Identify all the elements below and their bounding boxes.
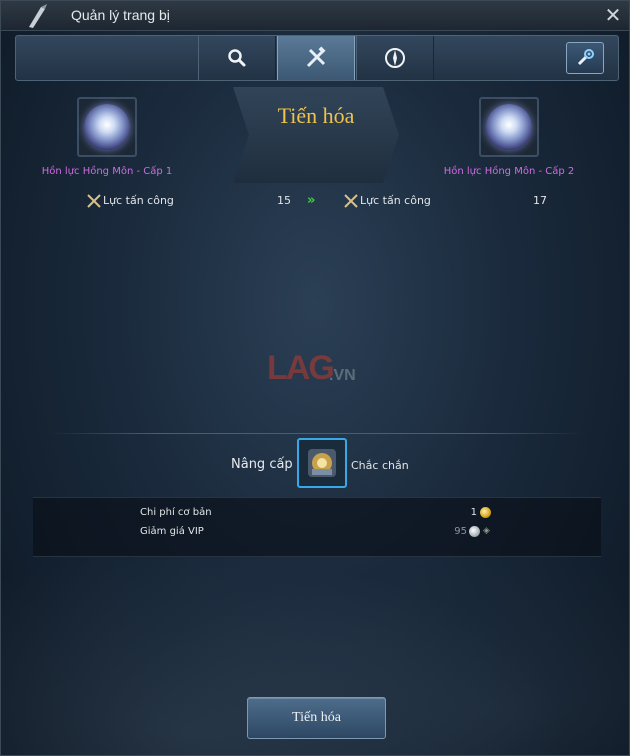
stat-from-value: 15 bbox=[277, 194, 291, 207]
to-item-slot[interactable] bbox=[479, 97, 539, 157]
cost-panel: Chi phí cơ bản 1 Giảm giá VIP 95 ◈ bbox=[33, 497, 601, 557]
gold-coin-icon bbox=[480, 507, 491, 518]
from-item-slot[interactable] bbox=[77, 97, 137, 157]
cost-vip-label: Giảm giá VIP bbox=[140, 526, 204, 537]
search-icon bbox=[228, 49, 246, 67]
cost-vip-value: 95 bbox=[454, 526, 467, 537]
evolve-button[interactable]: Tiến hóa bbox=[247, 697, 386, 739]
crossed-tools-icon bbox=[306, 46, 326, 68]
anvil-logo-icon bbox=[29, 4, 47, 28]
vip-badge-icon: ◈ bbox=[483, 526, 490, 536]
from-item-name: Hồn lực Hồng Môn - Cấp 1 bbox=[41, 166, 173, 177]
stat-to-value: 17 bbox=[533, 194, 547, 207]
to-item-name: Hồn lực Hồng Môn - Cấp 2 bbox=[443, 166, 575, 177]
upgrade-scroll-icon bbox=[308, 449, 336, 477]
evolve-banner-text: Tiến hóa bbox=[277, 103, 355, 128]
close-icon[interactable]: ✕ bbox=[603, 5, 623, 25]
silver-coin-icon bbox=[469, 526, 480, 537]
stat-to-label: Lực tấn công bbox=[360, 194, 431, 207]
enchant-icon bbox=[385, 48, 405, 68]
spirit-orb-icon bbox=[486, 104, 532, 150]
upgrade-label: Nâng cấp bbox=[231, 457, 293, 472]
crossed-swords-icon bbox=[344, 194, 358, 208]
window-title: Quản lý trang bị bbox=[71, 7, 170, 23]
wrench-settings-button[interactable] bbox=[566, 42, 604, 74]
watermark-suffix: .VN bbox=[329, 367, 356, 384]
tab-forge[interactable] bbox=[277, 36, 355, 80]
equipment-window: Quản lý trang bị ✕ Hồn lực Hồng Môn - Cấ… bbox=[0, 0, 630, 756]
tab-strip bbox=[15, 35, 619, 81]
title-bar: Quản lý trang bị ✕ bbox=[1, 1, 629, 31]
crossed-swords-icon bbox=[87, 194, 101, 208]
cost-base-value: 1 bbox=[470, 507, 477, 518]
wrench-settings-icon bbox=[577, 49, 594, 66]
tab-enchant[interactable] bbox=[356, 36, 434, 80]
upgrade-item-slot[interactable] bbox=[297, 438, 347, 488]
tab-search[interactable] bbox=[198, 36, 276, 80]
spirit-orb-icon bbox=[84, 104, 130, 150]
stat-from-label: Lực tấn công bbox=[103, 194, 174, 207]
double-chevron-right-icon: » bbox=[307, 193, 316, 208]
watermark-logo: LAG .VN bbox=[267, 349, 367, 399]
cost-base-label: Chi phí cơ bản bbox=[140, 507, 212, 518]
watermark-brand: LAG bbox=[267, 349, 335, 387]
upgrade-state: Chắc chắn bbox=[351, 459, 409, 472]
section-divider bbox=[49, 433, 583, 434]
